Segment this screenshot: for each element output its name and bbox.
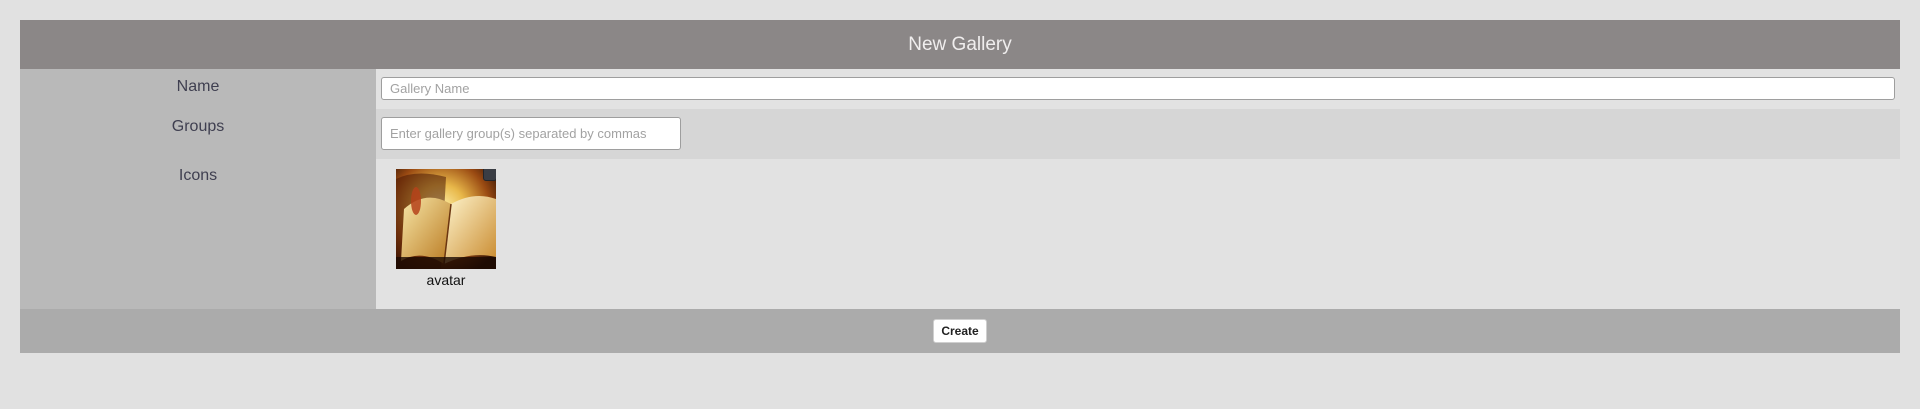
panel-header: New Gallery (20, 20, 1900, 69)
name-label: Name (176, 78, 220, 95)
form-body: Name Groups Icons Gallery Name Enter gal… (20, 69, 1900, 309)
groups-row (376, 109, 1900, 159)
icons-label: Icons (178, 167, 218, 184)
gallery-name-input[interactable] (381, 77, 1895, 100)
select-checkbox[interactable] (483, 169, 496, 181)
name-row (376, 69, 1900, 109)
new-gallery-panel: New Gallery Name Groups Icons Gallery Na… (20, 20, 1900, 353)
create-button[interactable]: Create (933, 319, 987, 343)
icon-caption: avatar (426, 272, 466, 288)
icons-row: avatar (376, 159, 1900, 309)
panel-footer: Create (20, 309, 1900, 353)
icon-option-avatar[interactable]: avatar (396, 169, 496, 288)
groups-label: Groups (171, 118, 225, 135)
page-title: New Gallery (908, 33, 1012, 55)
open-book-image[interactable] (396, 169, 496, 269)
gallery-groups-input[interactable] (381, 117, 681, 150)
open-book-icon (396, 169, 496, 269)
label-column: Name Groups Icons (20, 69, 376, 309)
